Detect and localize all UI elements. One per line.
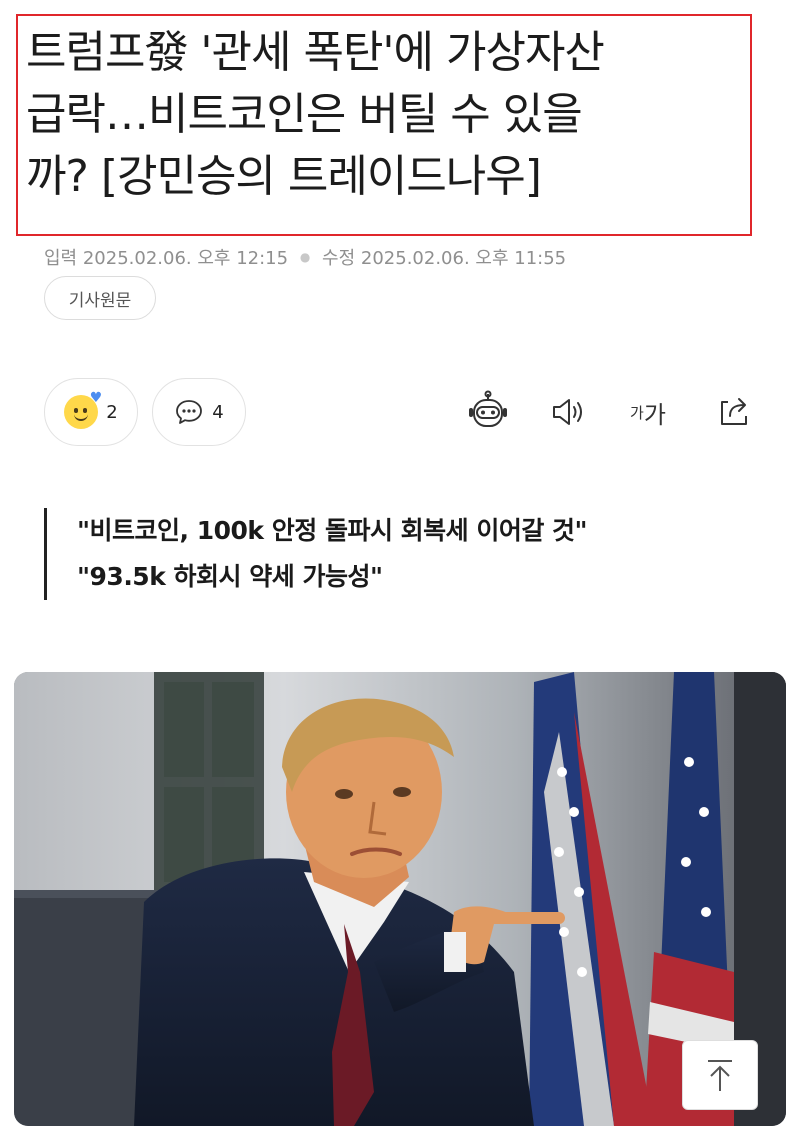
summary-bot-button[interactable] [460,384,516,440]
share-button[interactable] [706,384,762,440]
quote-line: "비트코인, 100k 안정 돌파시 회복세 이어갈 것" [77,516,588,545]
subheadline-quote: "비트코인, 100k 안정 돌파시 회복세 이어갈 것" "93.5k 하회시… [44,508,764,600]
speaker-icon [553,399,582,425]
article-photo [14,672,786,1126]
font-size-small-label: 가 [630,403,644,422]
robot-icon [469,390,507,427]
font-size-button[interactable]: 가가 [620,384,676,440]
article-meta: 입력 2025.02.06. 오후 12:15 ● 수정 2025.02.06.… [44,244,566,270]
original-article-button[interactable]: 기사원문 [44,276,156,320]
modified-time: 2025.02.06. 오후 11:55 [360,248,567,269]
reaction-count: 2 [106,401,118,423]
headline-line: 트럼프發 '관세 폭탄'에 가상자산 [26,27,605,78]
comment-bubble-icon [176,400,203,424]
font-size-large-label: 가 [643,400,666,429]
headline-line: 까? [강민승의 트레이드나우] [26,151,542,202]
input-label: 입력 [44,248,78,269]
reaction-button[interactable]: ♥ 2 [44,378,138,446]
smile-emoji-icon: ♥ [64,391,102,429]
arrow-up-icon [708,1060,732,1091]
separator-dot: ● [299,250,311,264]
comment-count: 4 [212,401,224,423]
article-headline: 트럼프發 '관세 폭탄'에 가상자산 급락…비트코인은 버틸 수 있을 까? [… [26,22,726,208]
comment-button[interactable]: 4 [152,378,246,446]
photo-illustration [14,672,786,1126]
headline-line: 급락…비트코인은 버틸 수 있을 [26,89,583,140]
input-time: 2025.02.06. 오후 12:15 [82,248,289,269]
quote-line: "93.5k 하회시 약세 가능성" [77,562,383,591]
scroll-to-top-button[interactable] [682,1040,758,1110]
modified-label: 수정 [322,248,356,269]
text-to-speech-button[interactable] [540,384,596,440]
share-icon [721,398,747,425]
